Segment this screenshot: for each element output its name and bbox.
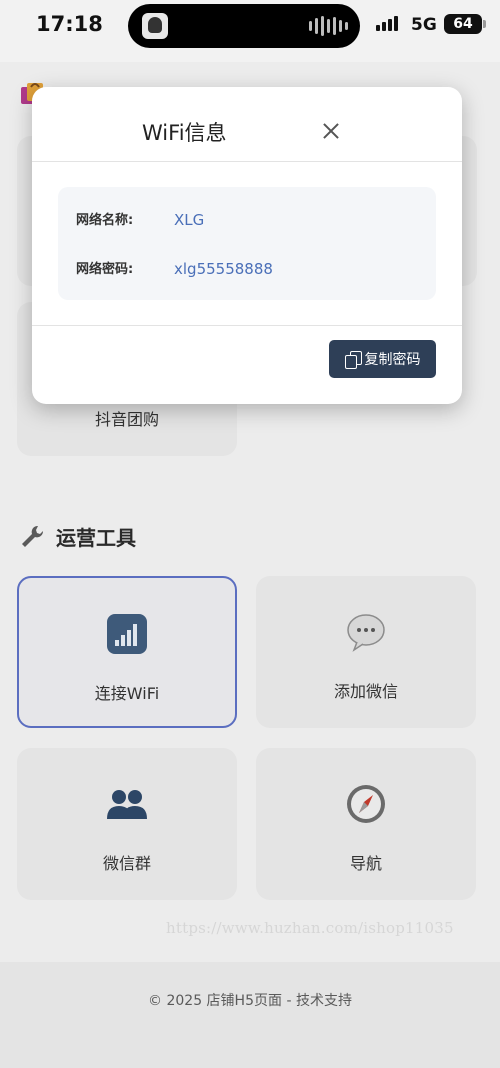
- wifi-info-modal: WiFi信息 网络名称: XLG 网络密码: xlg55558888 复制密码: [32, 87, 462, 404]
- modal-divider: [32, 325, 462, 326]
- music-avatar-icon: [142, 13, 168, 39]
- copy-password-button[interactable]: 复制密码: [329, 340, 436, 378]
- modal-header: WiFi信息: [32, 87, 462, 162]
- status-bar: 17:18 5G 64: [0, 0, 500, 62]
- audio-wave-icon: [309, 16, 348, 36]
- status-time: 17:18: [36, 12, 103, 36]
- wifi-info-box: 网络名称: XLG 网络密码: xlg55558888: [58, 187, 436, 300]
- copy-icon: [344, 351, 362, 369]
- password-value[interactable]: xlg55558888: [174, 260, 273, 278]
- copy-password-label: 复制密码: [364, 352, 421, 368]
- network-type: 5G: [411, 15, 437, 35]
- battery-level: 64: [444, 14, 486, 34]
- network-name-label: 网络名称:: [76, 213, 134, 228]
- password-label: 网络密码:: [76, 262, 134, 277]
- close-icon[interactable]: [320, 120, 342, 142]
- network-name-value[interactable]: XLG: [174, 211, 204, 229]
- signal-icon: [376, 16, 398, 31]
- dynamic-island[interactable]: [128, 4, 360, 48]
- modal-title: WiFi信息: [142, 121, 227, 145]
